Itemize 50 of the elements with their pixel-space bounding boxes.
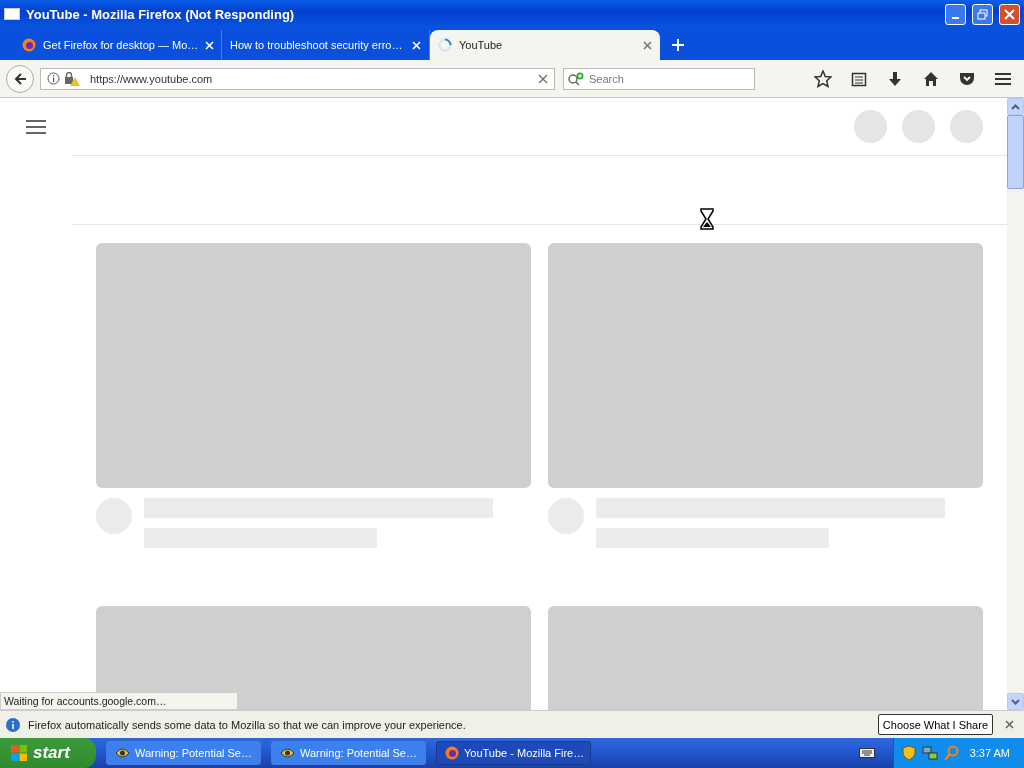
placeholder-circle <box>902 110 935 143</box>
close-button[interactable] <box>999 3 1020 25</box>
firefox-icon <box>445 746 459 760</box>
taskbar-item[interactable]: Warning: Potential Se… <box>271 741 426 765</box>
minimize-icon <box>952 17 959 19</box>
shield-icon[interactable] <box>901 745 916 761</box>
menu-icon[interactable] <box>26 118 46 135</box>
search-field[interactable]: Search <box>563 67 755 90</box>
firefox-icon <box>22 38 36 52</box>
restore-button[interactable] <box>972 3 993 25</box>
close-tab-icon[interactable] <box>643 40 652 50</box>
restore-icon <box>977 8 988 20</box>
insecure-lock-icon[interactable] <box>64 71 80 86</box>
notification-message: Firefox automatically sends some data to Mozilla so that we can improve your experience. <box>28 718 467 731</box>
address-bar[interactable]: https://www.youtube.com <box>40 67 555 90</box>
taskbar-item[interactable]: Warning: Potential Se… <box>106 741 261 765</box>
minimize-button[interactable] <box>945 3 966 25</box>
warning-icon <box>280 747 295 759</box>
network-icon[interactable] <box>921 745 938 761</box>
info-icon <box>6 717 20 732</box>
scrollbar-thumb[interactable] <box>1007 115 1024 189</box>
placeholder-circle <box>854 110 887 143</box>
window-icon <box>4 8 20 20</box>
caret-up-icon <box>1011 103 1020 110</box>
close-icon[interactable] <box>1005 720 1014 729</box>
new-tab-icon[interactable] <box>672 39 684 51</box>
keyboard-icon[interactable] <box>858 747 875 759</box>
window-title: YouTube - Mozilla Firefox (Not Responding) <box>26 6 296 22</box>
status-text: Waiting for accounts.google.com… <box>0 692 238 710</box>
windows-logo-icon <box>10 744 28 762</box>
choose-share-button[interactable]: Choose What I Share <box>877 714 993 735</box>
placeholder-circle <box>950 110 983 143</box>
clear-icon[interactable] <box>538 73 548 84</box>
back-button[interactable] <box>6 64 34 93</box>
loading-spinner-icon <box>438 38 452 52</box>
caret-down-icon <box>1011 698 1020 705</box>
browser-tab[interactable]: YouTube <box>430 30 660 60</box>
start-button[interactable]: start <box>0 738 96 768</box>
clock-text: 3:37 AM <box>969 747 1010 759</box>
hourglass-cursor-icon <box>700 208 714 230</box>
info-icon[interactable] <box>47 72 60 85</box>
taskbar-item[interactable]: YouTube - Mozilla Fire… <box>436 741 591 765</box>
warning-icon <box>115 747 130 759</box>
scroll-up-button[interactable] <box>1007 98 1024 115</box>
scroll-down-button[interactable] <box>1007 693 1024 710</box>
back-arrow-icon <box>13 71 27 86</box>
url-text: https://www.youtube.com <box>89 72 214 85</box>
search-icon[interactable] <box>568 71 586 86</box>
close-icon <box>1004 8 1015 20</box>
search-input[interactable]: Search <box>589 72 749 85</box>
